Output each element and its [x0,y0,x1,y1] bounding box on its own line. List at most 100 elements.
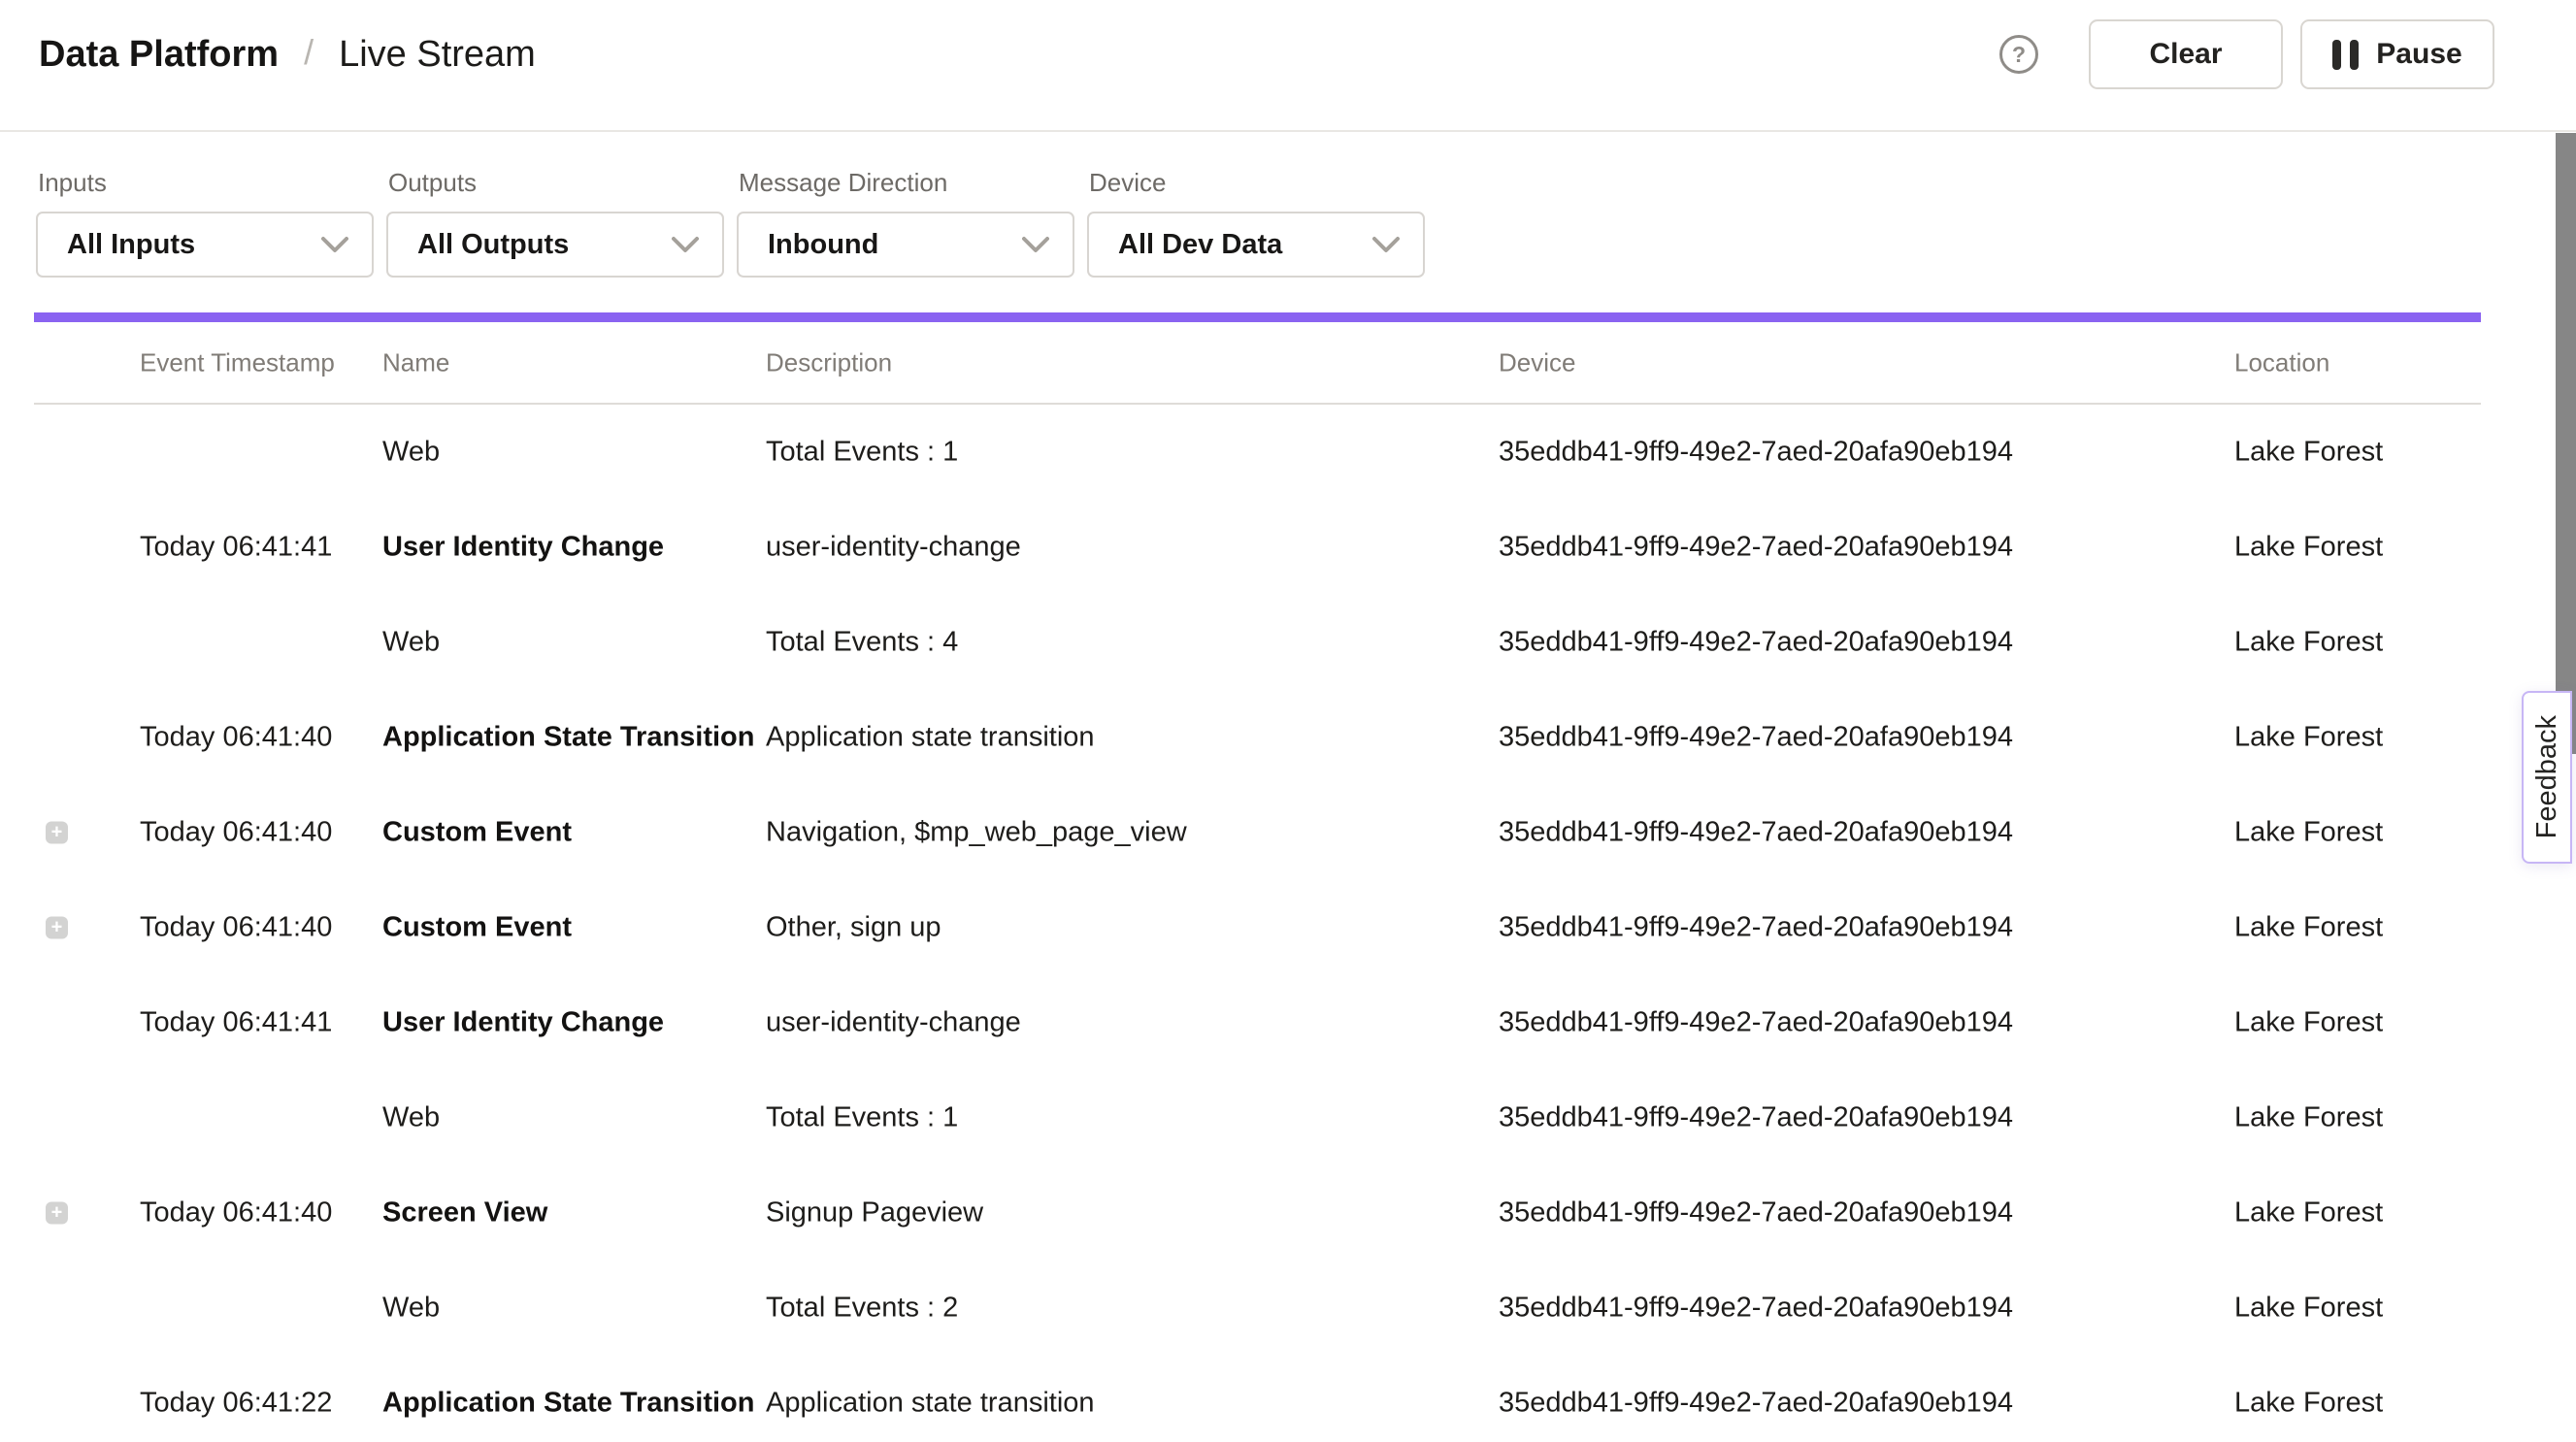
outputs-dropdown[interactable]: All Outputs [386,212,724,278]
cell-timestamp: Today 06:41:40 [140,722,332,754]
table-row[interactable]: + Today 06:41:40 Custom Event Other, sig… [34,880,2481,975]
expand-button[interactable]: + [46,917,68,939]
inputs-filter-label: Inputs [38,168,374,198]
cell-timestamp: Today 06:41:22 [140,1388,332,1420]
inputs-dropdown-value: All Inputs [67,229,195,261]
table-row[interactable]: + Today 06:41:40 Application State Trans… [34,690,2481,785]
table-row[interactable]: + Today 06:41:40 Custom Event Navigation… [34,785,2481,880]
cell-location: Lake Forest [2234,912,2383,944]
cell-device: 35eddb41-9ff9-49e2-7aed-20afa90eb194 [1499,627,2013,659]
message-direction-dropdown-value: Inbound [768,229,878,261]
page-header: Data Platform / Live Stream ? Clear Paus… [0,0,2576,132]
filter-bar: Inputs All Inputs Outputs All Outputs Me… [0,132,2576,278]
cell-description: Application state transition [766,1388,1095,1420]
cell-location: Lake Forest [2234,532,2383,564]
chevron-down-icon [672,236,699,253]
feedback-tab[interactable]: Feedback [2522,691,2572,864]
cell-device: 35eddb41-9ff9-49e2-7aed-20afa90eb194 [1499,912,2013,944]
device-filter-label: Device [1089,168,1425,198]
cell-timestamp: Today 06:41:41 [140,1007,332,1039]
clear-button[interactable]: Clear [2089,19,2283,89]
cell-location: Lake Forest [2234,627,2383,659]
chevron-down-icon [321,236,348,253]
cell-description: Total Events : 4 [766,627,958,659]
feedback-tab-label: Feedback [2531,715,2563,838]
table-row[interactable]: + Web Total Events : 1 35eddb41-9ff9-49e… [34,1070,2481,1165]
table-row[interactable]: + Today 06:41:41 User Identity Change us… [34,975,2481,1070]
cell-location: Lake Forest [2234,1293,2383,1325]
cell-description: Signup Pageview [766,1197,983,1229]
column-header-location: Location [2234,347,2329,377]
column-header-event-timestamp: Event Timestamp [140,347,335,377]
event-table-header: Event Timestamp Name Description Device … [34,322,2481,405]
cell-device: 35eddb41-9ff9-49e2-7aed-20afa90eb194 [1499,817,2013,849]
cell-name: Custom Event [382,912,572,944]
device-dropdown[interactable]: All Dev Data [1087,212,1425,278]
event-table: Event Timestamp Name Description Device … [34,322,2481,1442]
page-title: Live Stream [339,34,536,76]
table-row[interactable]: + Today 06:41:41 User Identity Change us… [34,500,2481,595]
cell-device: 35eddb41-9ff9-49e2-7aed-20afa90eb194 [1499,1293,2013,1325]
cell-device: 35eddb41-9ff9-49e2-7aed-20afa90eb194 [1499,1388,2013,1420]
live-stream-page: Data Platform / Live Stream ? Clear Paus… [0,0,2576,1442]
cell-location: Lake Forest [2234,437,2383,469]
message-direction-dropdown[interactable]: Inbound [737,212,1074,278]
chevron-down-icon [1022,236,1049,253]
cell-timestamp: Today 06:41:41 [140,532,332,564]
cell-description: Total Events : 1 [766,437,958,469]
cell-description: Application state transition [766,722,1095,754]
expand-button[interactable]: + [46,1202,68,1225]
cell-device: 35eddb41-9ff9-49e2-7aed-20afa90eb194 [1499,1102,2013,1134]
cell-location: Lake Forest [2234,817,2383,849]
table-row[interactable]: + Web Total Events : 2 35eddb41-9ff9-49e… [34,1261,2481,1356]
pause-button-label: Pause [2376,38,2461,71]
inputs-dropdown[interactable]: All Inputs [36,212,374,278]
cell-location: Lake Forest [2234,1388,2383,1420]
column-header-device: Device [1499,347,1575,377]
cell-name: Web [382,437,440,469]
cell-name: Application State Transition [382,1388,755,1420]
cell-description: user-identity-change [766,1007,1021,1039]
outputs-filter-label: Outputs [388,168,724,198]
table-row[interactable]: + Today 06:41:40 Screen View Signup Page… [34,1165,2481,1261]
device-dropdown-value: All Dev Data [1118,229,1282,261]
column-header-name: Name [382,347,449,377]
vertical-scrollbar-thumb[interactable] [2556,133,2576,754]
table-row[interactable]: + Today 06:41:22 Application State Trans… [34,1356,2481,1442]
cell-name: User Identity Change [382,1007,664,1039]
table-row[interactable]: + Web Total Events : 4 35eddb41-9ff9-49e… [34,595,2481,690]
cell-device: 35eddb41-9ff9-49e2-7aed-20afa90eb194 [1499,1197,2013,1229]
cell-name: User Identity Change [382,532,664,564]
column-header-description: Description [766,347,892,377]
expand-button[interactable]: + [46,822,68,844]
cell-timestamp: Today 06:41:40 [140,817,332,849]
cell-name: Web [382,1293,440,1325]
header-actions: ? Clear Pause [1999,19,2494,89]
cell-location: Lake Forest [2234,1197,2383,1229]
breadcrumb-data-platform[interactable]: Data Platform [39,34,279,76]
cell-name: Web [382,627,440,659]
help-icon[interactable]: ? [1999,35,2038,74]
plus-icon: + [51,917,63,938]
outputs-dropdown-value: All Outputs [417,229,569,261]
cell-timestamp: Today 06:41:40 [140,1197,332,1229]
breadcrumb: Data Platform / Live Stream [39,34,536,76]
pause-icon [2332,40,2359,70]
chevron-down-icon [1372,236,1400,253]
clear-button-label: Clear [2149,38,2222,71]
cell-name: Custom Event [382,817,572,849]
breadcrumb-separator: / [304,32,314,73]
cell-device: 35eddb41-9ff9-49e2-7aed-20afa90eb194 [1499,532,2013,564]
cell-description: user-identity-change [766,532,1021,564]
plus-icon: + [51,1202,63,1224]
cell-description: Total Events : 1 [766,1102,958,1134]
table-row[interactable]: + Web Total Events : 1 35eddb41-9ff9-49e… [34,405,2481,500]
pause-button[interactable]: Pause [2300,19,2494,89]
cell-location: Lake Forest [2234,722,2383,754]
message-direction-filter-label: Message Direction [739,168,1074,198]
cell-name: Web [382,1102,440,1134]
plus-icon: + [51,822,63,843]
cell-device: 35eddb41-9ff9-49e2-7aed-20afa90eb194 [1499,437,2013,469]
cell-description: Other, sign up [766,912,941,944]
cell-description: Total Events : 2 [766,1293,958,1325]
